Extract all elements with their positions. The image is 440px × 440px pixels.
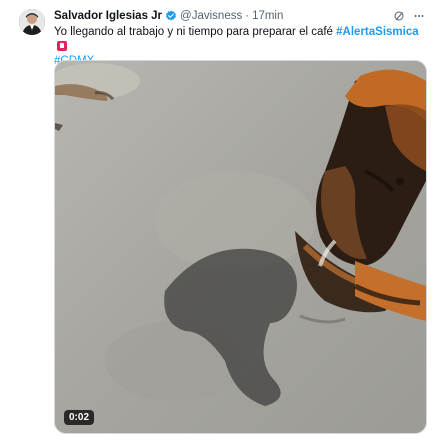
author-name[interactable]: Salvador Iglesias Jr: [54, 10, 162, 22]
separator-dot: ·: [245, 10, 250, 22]
hashtag-alerta-sismica[interactable]: #AlertaSismica: [336, 26, 418, 38]
video-duration-badge: 0:02: [64, 410, 95, 425]
more-options-icon[interactable]: [412, 9, 426, 23]
verified-badge-icon: [165, 10, 177, 22]
alert-emoji-icon: [57, 40, 67, 51]
tweet-text-body: Yo llegando al trabajo y ni tiempo para …: [54, 26, 337, 38]
grok-icon[interactable]: [392, 9, 406, 23]
timestamp[interactable]: 17min: [252, 10, 283, 22]
tweet[interactable]: Salvador Iglesias Jr @Javisness · 17min: [0, 0, 440, 440]
tweet-header: Salvador Iglesias Jr @Javisness · 17min: [54, 8, 426, 24]
user-avatar[interactable]: [19, 9, 45, 35]
video-player[interactable]: 0:02: [54, 60, 427, 434]
video-frame: [55, 61, 426, 433]
author-handle[interactable]: @Javisness: [180, 10, 242, 22]
